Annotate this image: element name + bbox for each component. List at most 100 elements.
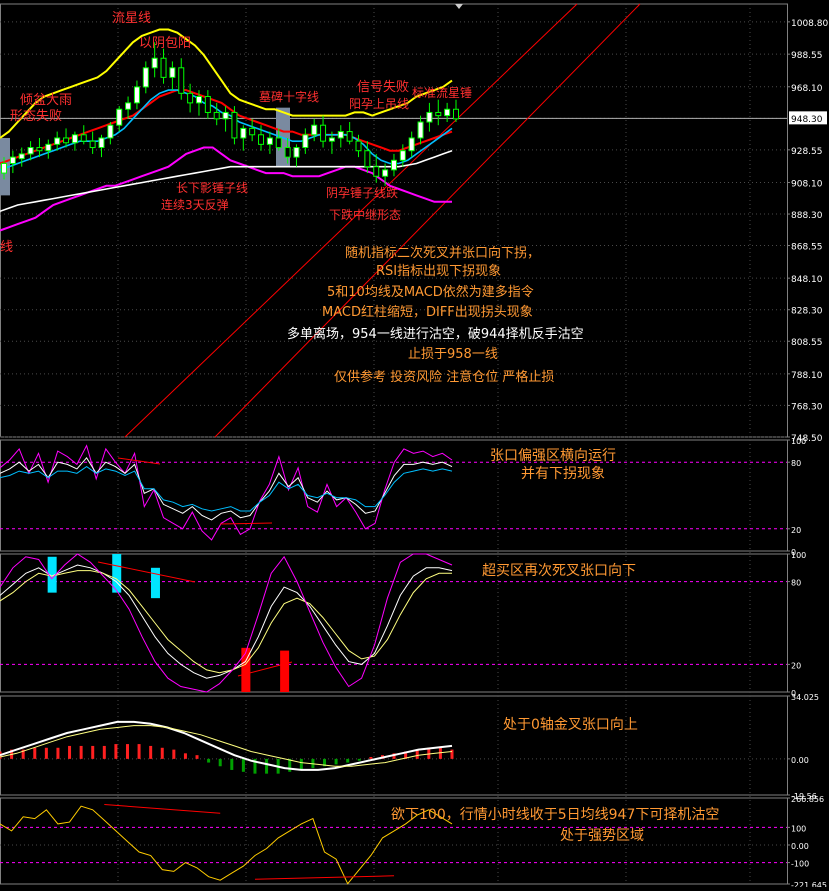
candle-body bbox=[346, 131, 353, 142]
price-tick-label: 928.55 bbox=[791, 147, 823, 157]
cci-note-1: 欲下100，行情小时线收于5日均线947下可择机沽空 bbox=[391, 807, 720, 823]
price-annotation: 形态失败 bbox=[10, 109, 62, 124]
price-tick-label: 808.55 bbox=[791, 338, 823, 348]
macd-tick-label: 34.025 bbox=[791, 693, 819, 702]
price-annotation: 信号失败 bbox=[357, 80, 409, 95]
rsi-level-label: 80 bbox=[791, 459, 801, 468]
candle-body bbox=[258, 134, 265, 145]
macd-histogram-bar bbox=[288, 758, 292, 772]
candle-body bbox=[293, 147, 300, 158]
price-tick-label: 908.10 bbox=[791, 179, 823, 189]
candle-body bbox=[169, 67, 176, 78]
candle-body bbox=[453, 108, 459, 120]
candle-body bbox=[27, 147, 34, 155]
candle-body bbox=[311, 124, 318, 136]
candle-body bbox=[54, 137, 61, 145]
rsi-level-label: 100 bbox=[791, 437, 806, 446]
candle-body bbox=[444, 108, 451, 117]
candle-body bbox=[63, 137, 70, 144]
macd-histogram-bar bbox=[149, 745, 153, 759]
candle-body bbox=[364, 150, 371, 168]
candle-body bbox=[36, 147, 43, 152]
macd-histogram-bar bbox=[241, 758, 245, 772]
price-tick-label: 1008.80 bbox=[791, 19, 828, 29]
macd-histogram-bar bbox=[369, 757, 373, 759]
candle-body bbox=[178, 67, 185, 94]
candle-body bbox=[355, 140, 362, 152]
macd-histogram-bar bbox=[102, 745, 106, 759]
kdj-highlight-bar bbox=[280, 650, 290, 692]
candle-body bbox=[320, 124, 327, 142]
candle-body bbox=[142, 67, 149, 88]
macd-tick-label: 0.00 bbox=[791, 756, 809, 765]
kdj-level-label: 80 bbox=[791, 579, 801, 588]
macd-histogram-bar bbox=[230, 758, 234, 770]
price-annotation: 长下影锤子线 bbox=[176, 180, 248, 195]
chart-background bbox=[0, 0, 829, 887]
candle-body bbox=[133, 86, 140, 104]
chart-canvas: 1008.80 988.55 968.10 928.55 908.10 888.30 868… bbox=[0, 0, 829, 890]
macd-note-1: 处于0轴金叉张口向上 bbox=[503, 717, 638, 733]
candle-body bbox=[98, 137, 105, 149]
price-tick-label: 868.55 bbox=[791, 243, 823, 253]
macd-histogram-bar bbox=[218, 758, 222, 767]
candle-body bbox=[89, 140, 96, 149]
candle-body bbox=[195, 96, 202, 104]
price-annotation: 阳孕上吊线 bbox=[349, 97, 409, 111]
candle-body bbox=[399, 150, 406, 161]
macd-histogram-bar bbox=[44, 747, 48, 759]
candle-body bbox=[408, 137, 415, 152]
price-annotation: 墓碑十字线 bbox=[259, 89, 319, 104]
price-annotation: 标准流星锤 bbox=[412, 85, 472, 100]
kdj-level-label: 20 bbox=[791, 661, 801, 670]
macd-histogram-bar bbox=[346, 758, 350, 763]
commentary-line-2: RSI指标出现下拐现象 bbox=[376, 264, 502, 279]
candle-body bbox=[249, 127, 256, 136]
candle-body bbox=[187, 92, 194, 104]
macd-histogram-bar bbox=[183, 753, 187, 759]
macd-histogram-bar bbox=[125, 744, 129, 759]
macd-histogram-bar bbox=[160, 747, 164, 759]
commentary-line-6: 止损于958一线 bbox=[408, 347, 498, 362]
candle-body bbox=[382, 169, 389, 177]
macd-histogram-bar bbox=[172, 749, 176, 759]
candle-body bbox=[240, 127, 247, 139]
candle-body bbox=[222, 111, 229, 120]
price-tag-text: 948.30 bbox=[791, 115, 823, 125]
candle-body bbox=[71, 134, 78, 144]
chart-root: 1008.80 988.55 968.10 928.55 908.10 888.30 868… bbox=[0, 0, 829, 890]
macd-histogram-bar bbox=[265, 758, 269, 774]
price-tick-label: 968.10 bbox=[791, 84, 823, 94]
price-tick-label: 788.10 bbox=[791, 371, 823, 381]
macd-histogram-bar bbox=[334, 758, 338, 765]
candle-body bbox=[435, 111, 442, 117]
candle-body bbox=[1, 162, 7, 174]
cci-note-2: 处于强势区域 bbox=[560, 828, 644, 844]
candle-body bbox=[160, 57, 167, 78]
candle-body bbox=[125, 102, 132, 110]
candle-body bbox=[18, 153, 25, 160]
cci-tick-label: 266.856 bbox=[791, 795, 824, 804]
candle-body bbox=[204, 96, 211, 113]
candle-body bbox=[80, 134, 87, 142]
price-annotation: 连续3天反弹 bbox=[161, 197, 229, 212]
candle-body bbox=[426, 111, 433, 123]
rsi-note-2: 并有下拐现象 bbox=[521, 466, 605, 482]
cci-tick-label: 0.00 bbox=[791, 842, 809, 851]
candle-body bbox=[337, 131, 344, 139]
candle-body bbox=[266, 137, 273, 145]
commentary-line-1: 随机指标二次死叉并张口向下拐， bbox=[345, 246, 541, 261]
commentary-line-7: 仅供参考 投资风险 注意仓位 严格止损 bbox=[334, 370, 555, 385]
macd-histogram-bar bbox=[79, 745, 83, 759]
commentary-line-5: 多单离场，954一线进行沽空，破944择机反手沽空 bbox=[287, 327, 584, 342]
candle-body bbox=[9, 156, 16, 164]
price-annotation: 阴孕锤子线跌 bbox=[326, 185, 398, 200]
macd-histogram-bar bbox=[137, 744, 141, 759]
price-tick-label: 988.55 bbox=[791, 51, 823, 61]
candle-body bbox=[151, 57, 158, 69]
candle-body bbox=[213, 111, 220, 120]
price-tick-label: 768.30 bbox=[791, 402, 823, 412]
macd-histogram-bar bbox=[207, 758, 211, 763]
price-tick-label: 888.30 bbox=[791, 211, 823, 221]
candle-body bbox=[284, 147, 291, 158]
